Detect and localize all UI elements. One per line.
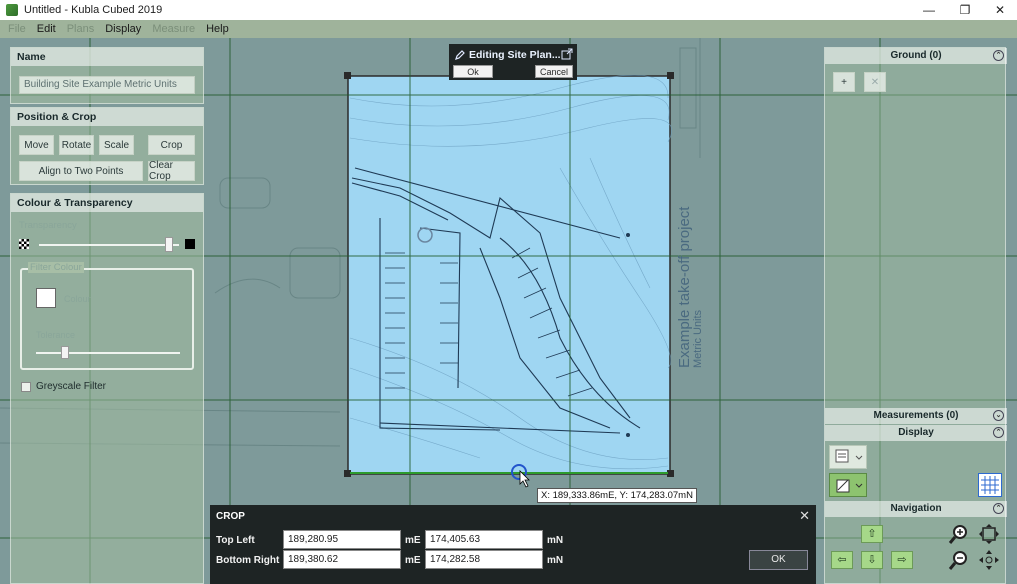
zoom-in-icon[interactable] [947,522,971,546]
filter-colour-label: Filter Colour [28,262,84,273]
filter-colour-group: Filter Colour Colour Tolerance [20,262,194,370]
crop-handle-bottom-left [344,470,351,477]
menu-file[interactable]: File [8,23,26,35]
greyscale-label: Greyscale Filter [36,381,107,392]
bottom-right-northing-unit: mN [547,555,564,566]
editing-cancel-button[interactable]: Cancel [535,65,573,78]
greyscale-checkbox[interactable] [21,382,31,392]
transparency-slider-thumb[interactable] [165,237,173,252]
close-icon[interactable]: ✕ [799,508,810,524]
navigation-collapse-icon[interactable]: ⌃ [993,503,1004,514]
crop-title: CROP [216,511,245,522]
ground-header-label: Ground (0) [890,50,942,61]
plan-title-text: Example take-off project [676,206,693,368]
editing-ok-button[interactable]: Ok [453,65,493,78]
restore-button[interactable]: ❐ [947,0,983,20]
close-window-button[interactable]: ✕ [982,0,1017,20]
position-crop-header: Position & Crop [11,108,203,126]
delete-ground-button[interactable]: ✕ [864,72,886,92]
top-left-northing-input[interactable]: 174,405.63 [425,530,543,549]
window-title: Untitled - Kubla Cubed 2019 [24,4,163,16]
menu-edit[interactable]: Edit [37,23,56,35]
colour-transparency-panel: Colour & Transparency Transparency Filte… [10,193,204,584]
editing-title: Editing Site Plan... [469,49,561,61]
menu-measure[interactable]: Measure [152,23,195,35]
crop-button[interactable]: Crop [148,135,195,155]
transparent-icon [19,239,29,249]
plan-subtitle-text: Metric Units [692,309,704,368]
pan-up-button[interactable]: ⇧ [861,525,883,543]
app-icon [6,4,18,16]
measurements-expand-icon[interactable]: ⌄ [993,410,1004,421]
move-button[interactable]: Move [19,135,54,155]
map-viewport[interactable]: Example take-off project Metric Units Na… [0,38,1017,584]
scale-button[interactable]: Scale [99,135,134,155]
display-header[interactable]: Display ⌃ [825,425,1007,441]
add-ground-button[interactable]: + [833,72,855,92]
top-left-label: Top Left [216,535,255,546]
position-crop-panel: Position & Crop Move Rotate Scale Crop A… [10,107,204,185]
filter-colour-swatch[interactable] [36,288,56,308]
transparency-slider[interactable] [39,237,179,252]
menu-display[interactable]: Display [105,23,141,35]
colour-header: Colour & Transparency [11,194,203,212]
display-mode-icon[interactable] [829,473,867,497]
measurements-header-label: Measurements (0) [873,410,959,421]
bottom-right-northing-input[interactable]: 174,282.58 [425,550,543,569]
navigation-header-label: Navigation [890,503,942,514]
opaque-icon [185,239,195,249]
crop-panel: CROP ✕ Top Left Bottom Right 189,280.95 … [210,505,816,584]
pan-right-button[interactable]: ⇨ [891,551,913,569]
top-left-easting-unit: mE [405,535,421,546]
pan-mode-icon[interactable] [977,548,1001,572]
ground-collapse-icon[interactable]: ⌃ [993,50,1004,61]
minimize-button[interactable]: — [911,0,947,20]
layers-icon[interactable] [829,445,867,469]
pencil-icon [455,50,465,60]
fit-view-icon[interactable] [977,522,1001,546]
crop-handle-top-right [667,72,674,79]
popout-icon[interactable] [561,48,573,60]
crop-handle-bottom-right [667,470,674,477]
display-header-label: Display [898,427,934,438]
bottom-right-easting-unit: mE [405,555,421,566]
zoom-out-icon[interactable] [947,548,971,572]
grid-icon[interactable] [978,473,1002,497]
plan-name-input[interactable]: Building Site Example Metric Units [19,76,195,94]
editing-site-plan-popup: Editing Site Plan... Ok Cancel [449,44,577,80]
clear-crop-button[interactable]: Clear Crop [148,160,195,182]
crop-area[interactable] [347,75,671,475]
crop-ok-button[interactable]: OK [749,550,808,570]
tolerance-slider[interactable] [36,346,180,359]
display-collapse-icon[interactable]: ⌃ [993,427,1004,438]
pan-left-button[interactable]: ⇦ [831,551,853,569]
tolerance-slider-thumb[interactable] [61,346,69,359]
title-bar: Untitled - Kubla Cubed 2019 — ❐ ✕ [0,0,1017,20]
ground-header[interactable]: Ground (0) ⌃ [825,48,1007,64]
measurements-header[interactable]: Measurements (0) ⌄ [825,408,1007,424]
top-left-northing-unit: mN [547,535,564,546]
top-left-easting-input[interactable]: 189,280.95 [283,530,401,549]
name-panel: Name Building Site Example Metric Units [10,47,204,104]
name-header: Name [11,48,203,66]
crop-handle-top-left [344,72,351,79]
navigation-header[interactable]: Navigation ⌃ [825,501,1007,517]
bottom-right-easting-input[interactable]: 189,380.62 [283,550,401,569]
menu-plans[interactable]: Plans [67,23,95,35]
pan-down-button[interactable]: ⇩ [861,551,883,569]
coordinate-tooltip: X: 189,333.86mE, Y: 174,283.07mN [537,488,697,503]
tolerance-label: Tolerance [36,330,76,340]
align-two-points-button[interactable]: Align to Two Points [19,161,143,181]
transparency-label: Transparency [19,220,77,231]
menu-bar: File Edit Plans Display Measure Help [0,20,1017,38]
right-panel: Ground (0) ⌃ + ✕ Measurements (0) ⌄ Disp… [824,47,1007,584]
menu-help[interactable]: Help [206,23,229,35]
bottom-right-label: Bottom Right [216,555,280,566]
colour-label: Colour [64,294,91,304]
rotate-button[interactable]: Rotate [59,135,94,155]
